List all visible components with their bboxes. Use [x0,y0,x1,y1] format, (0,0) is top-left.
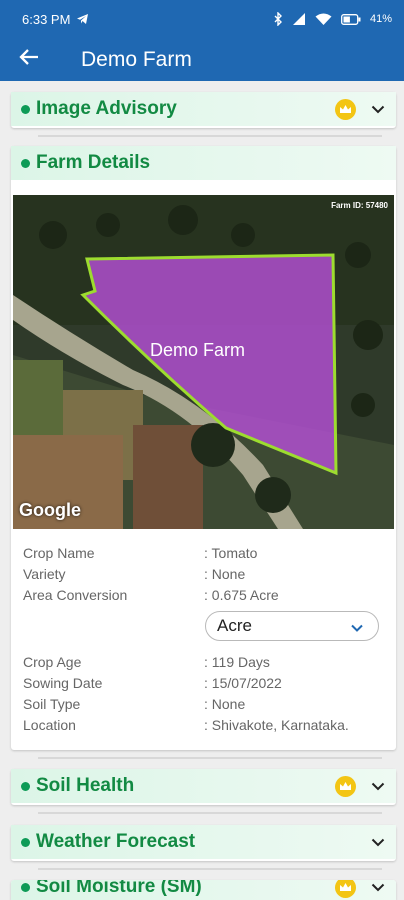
detail-label: Crop Age [23,654,82,670]
detail-value: : 119 Days [204,654,270,670]
soil-moisture-section[interactable]: Soil Moisture (SM) [11,880,396,900]
cellular-signal-icon [292,12,306,26]
weather-forecast-section[interactable]: Weather Forecast [11,825,396,861]
chevron-down-icon[interactable] [370,101,386,117]
detail-value: : None [204,566,246,582]
section-title: Soil Health [36,775,135,796]
detail-value: : Shivakote, Karnataka. [204,717,349,733]
divider [38,757,382,759]
wifi-icon [315,13,332,26]
bullet-icon [21,882,30,892]
detail-row: Location : Shivakote, Karnataka. [23,717,383,737]
detail-value: : 15/07/2022 [204,675,282,691]
satellite-image [13,195,394,529]
image-advisory-header[interactable]: Image Advisory [11,92,396,126]
soil-moisture-header[interactable]: Soil Moisture (SM) [11,880,396,900]
detail-label: Soil Type [23,696,81,712]
bluetooth-icon [274,12,283,26]
detail-row: Crop Age : 119 Days [23,654,383,674]
section-title: Image Advisory [36,98,177,119]
telegram-icon [76,13,89,25]
bullet-icon [21,781,30,791]
soil-health-section[interactable]: Soil Health [11,769,396,805]
app-bar: Demo Farm [0,38,404,81]
status-time: 6:33 PM [22,11,71,27]
battery-percent: 41% [369,13,392,25]
farm-id-label: Farm ID: 57480 [331,201,388,210]
bullet-icon [21,158,30,168]
chevron-down-icon[interactable] [370,778,386,794]
detail-value: : None [204,696,246,712]
divider [38,812,382,814]
back-arrow-icon [19,48,39,71]
detail-value: : Tomato [204,545,258,561]
page-title: Demo Farm [81,47,192,71]
divider [38,135,382,137]
section-title: Farm Details [36,152,151,173]
divider [38,868,382,870]
weather-forecast-header[interactable]: Weather Forecast [11,825,396,859]
section-title: Weather Forecast [36,831,196,852]
detail-label: Location [23,717,76,733]
detail-label: Area Conversion [23,587,128,603]
farm-satellite-map[interactable]: Farm ID: 57480 Demo Farm Google [13,195,394,529]
back-button[interactable] [0,38,58,81]
chevron-down-icon[interactable] [370,880,386,895]
farm-details-header[interactable]: Farm Details [11,146,396,180]
detail-row: Area Conversion : 0.675 Acre [23,587,383,607]
detail-row: Sowing Date : 15/07/2022 [23,675,383,695]
bullet-icon [21,104,30,114]
detail-row: Variety : None [23,566,383,586]
soil-health-header[interactable]: Soil Health [11,769,396,803]
farm-name-label: Demo Farm [150,340,246,360]
detail-label: Crop Name [23,545,95,561]
detail-value: : 0.675 Acre [204,587,279,603]
premium-crown-icon [335,880,356,898]
detail-row: Soil Type : None [23,696,383,716]
section-title: Soil Moisture (SM) [36,880,202,897]
image-advisory-section[interactable]: Image Advisory [11,92,396,128]
premium-crown-icon [335,99,356,120]
bullet-icon [21,837,30,847]
chevron-down-icon[interactable] [370,834,386,850]
area-unit-select[interactable]: Acre [205,611,379,641]
detail-row: Crop Name : Tomato [23,545,383,565]
status-bar: 6:33 PM 41% [0,0,404,38]
google-logo: Google [19,500,81,520]
premium-crown-icon [335,776,356,797]
area-unit-value: Acre [217,616,252,635]
chevron-down-icon [350,620,364,634]
detail-label: Variety [23,566,66,582]
battery-icon [341,13,361,25]
detail-label: Sowing Date [23,675,103,691]
